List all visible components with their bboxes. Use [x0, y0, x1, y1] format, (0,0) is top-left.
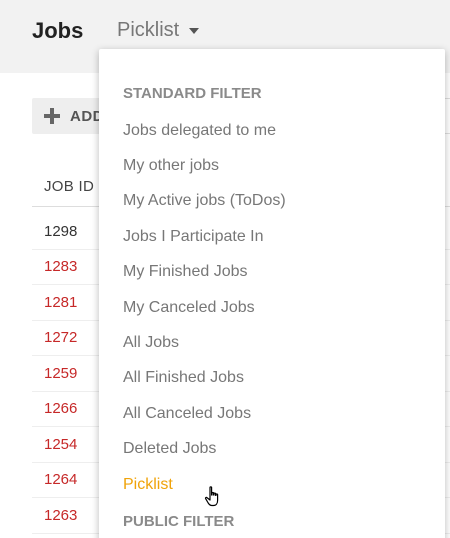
job-id-link[interactable]: 1259	[44, 365, 77, 382]
standard-filter-heading: STANDARD FILTER	[123, 85, 262, 102]
job-id-link[interactable]: 1254	[44, 436, 77, 453]
caret-down-icon	[189, 27, 200, 34]
menu-item-my-finished-jobs[interactable]: My Finished Jobs	[99, 255, 445, 290]
job-id-link[interactable]: 1283	[44, 258, 77, 275]
filter-dropdown-menu: STANDARD FILTER Jobs delegated to me My …	[99, 49, 445, 538]
job-id-link[interactable]: 1263	[44, 507, 77, 524]
menu-item-all-canceled-jobs[interactable]: All Canceled Jobs	[99, 396, 445, 431]
page-title: Jobs	[32, 18, 84, 43]
menu-item-all-jobs[interactable]: All Jobs	[99, 325, 445, 360]
menu-item-deleted-jobs[interactable]: Deleted Jobs	[99, 432, 445, 467]
menu-item-all-finished-jobs[interactable]: All Finished Jobs	[99, 361, 445, 396]
view-selector-dropdown[interactable]: Picklist	[117, 19, 200, 42]
job-id-link[interactable]: 1281	[44, 294, 77, 311]
job-id-cell: 1298	[44, 222, 78, 240]
filter-list: Jobs delegated to me My other jobs My Ac…	[99, 113, 445, 502]
job-id-link[interactable]: 1272	[44, 329, 77, 346]
menu-item-my-other-jobs[interactable]: My other jobs	[99, 148, 445, 183]
hand-cursor-icon	[204, 486, 219, 507]
public-filter-heading: PUBLIC FILTER	[123, 513, 235, 530]
menu-item-jobs-participate[interactable]: Jobs I Participate In	[99, 219, 445, 254]
job-id-link[interactable]: 1264	[44, 471, 77, 488]
plus-icon	[44, 108, 60, 124]
menu-item-jobs-delegated[interactable]: Jobs delegated to me	[99, 113, 445, 148]
menu-item-my-active-jobs[interactable]: My Active jobs (ToDos)	[99, 184, 445, 219]
column-header-job-id[interactable]: JOB ID	[44, 178, 94, 195]
menu-item-my-canceled-jobs[interactable]: My Canceled Jobs	[99, 290, 445, 325]
menu-item-picklist[interactable]: Picklist	[99, 467, 445, 502]
job-id-link[interactable]: 1266	[44, 400, 77, 417]
view-selector-label: Picklist	[117, 19, 180, 41]
